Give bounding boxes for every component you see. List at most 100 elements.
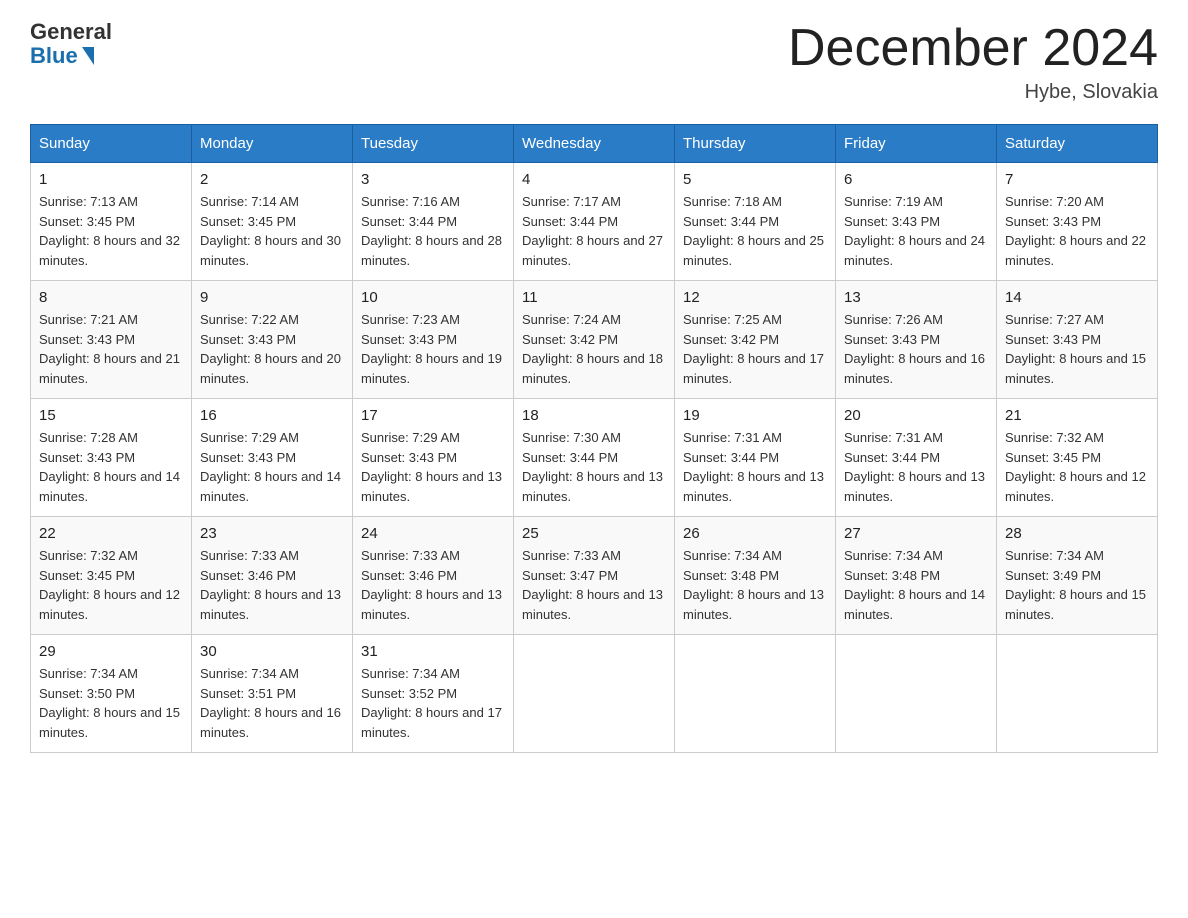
calendar-cell: 7 Sunrise: 7:20 AMSunset: 3:43 PMDayligh…: [997, 163, 1158, 281]
day-info: Sunrise: 7:31 AMSunset: 3:44 PMDaylight:…: [683, 430, 824, 504]
day-number: 1: [39, 171, 183, 188]
day-info: Sunrise: 7:34 AMSunset: 3:51 PMDaylight:…: [200, 666, 341, 740]
day-number: 13: [844, 289, 988, 306]
day-info: Sunrise: 7:33 AMSunset: 3:47 PMDaylight:…: [522, 548, 663, 622]
title-area: December 2024 Hybe, Slovakia: [788, 20, 1158, 104]
calendar-cell: 1 Sunrise: 7:13 AMSunset: 3:45 PMDayligh…: [31, 163, 192, 281]
day-number: 21: [1005, 407, 1149, 424]
calendar-cell: 8 Sunrise: 7:21 AMSunset: 3:43 PMDayligh…: [31, 281, 192, 399]
day-number: 26: [683, 525, 827, 542]
day-info: Sunrise: 7:34 AMSunset: 3:49 PMDaylight:…: [1005, 548, 1146, 622]
week-row-4: 22 Sunrise: 7:32 AMSunset: 3:45 PMDaylig…: [31, 517, 1158, 635]
day-info: Sunrise: 7:14 AMSunset: 3:45 PMDaylight:…: [200, 194, 341, 268]
week-row-3: 15 Sunrise: 7:28 AMSunset: 3:43 PMDaylig…: [31, 399, 1158, 517]
day-number: 23: [200, 525, 344, 542]
calendar-cell: 18 Sunrise: 7:30 AMSunset: 3:44 PMDaylig…: [514, 399, 675, 517]
day-info: Sunrise: 7:13 AMSunset: 3:45 PMDaylight:…: [39, 194, 180, 268]
day-number: 15: [39, 407, 183, 424]
day-info: Sunrise: 7:16 AMSunset: 3:44 PMDaylight:…: [361, 194, 502, 268]
day-number: 16: [200, 407, 344, 424]
day-info: Sunrise: 7:33 AMSunset: 3:46 PMDaylight:…: [200, 548, 341, 622]
calendar-cell: 12 Sunrise: 7:25 AMSunset: 3:42 PMDaylig…: [675, 281, 836, 399]
calendar-cell: 31 Sunrise: 7:34 AMSunset: 3:52 PMDaylig…: [353, 635, 514, 753]
day-number: 4: [522, 171, 666, 188]
day-info: Sunrise: 7:34 AMSunset: 3:48 PMDaylight:…: [683, 548, 824, 622]
calendar-cell: [997, 635, 1158, 753]
day-number: 12: [683, 289, 827, 306]
day-info: Sunrise: 7:26 AMSunset: 3:43 PMDaylight:…: [844, 312, 985, 386]
month-title: December 2024: [788, 20, 1158, 77]
calendar-cell: 10 Sunrise: 7:23 AMSunset: 3:43 PMDaylig…: [353, 281, 514, 399]
calendar-cell: [675, 635, 836, 753]
day-info: Sunrise: 7:18 AMSunset: 3:44 PMDaylight:…: [683, 194, 824, 268]
day-info: Sunrise: 7:22 AMSunset: 3:43 PMDaylight:…: [200, 312, 341, 386]
day-number: 17: [361, 407, 505, 424]
day-info: Sunrise: 7:34 AMSunset: 3:48 PMDaylight:…: [844, 548, 985, 622]
day-number: 24: [361, 525, 505, 542]
calendar-cell: 17 Sunrise: 7:29 AMSunset: 3:43 PMDaylig…: [353, 399, 514, 517]
calendar-cell: 22 Sunrise: 7:32 AMSunset: 3:45 PMDaylig…: [31, 517, 192, 635]
calendar-cell: 6 Sunrise: 7:19 AMSunset: 3:43 PMDayligh…: [836, 163, 997, 281]
day-number: 20: [844, 407, 988, 424]
calendar-cell: 15 Sunrise: 7:28 AMSunset: 3:43 PMDaylig…: [31, 399, 192, 517]
calendar-cell: 26 Sunrise: 7:34 AMSunset: 3:48 PMDaylig…: [675, 517, 836, 635]
day-info: Sunrise: 7:32 AMSunset: 3:45 PMDaylight:…: [39, 548, 180, 622]
calendar-cell: 27 Sunrise: 7:34 AMSunset: 3:48 PMDaylig…: [836, 517, 997, 635]
calendar-cell: 20 Sunrise: 7:31 AMSunset: 3:44 PMDaylig…: [836, 399, 997, 517]
day-number: 6: [844, 171, 988, 188]
calendar-cell: 4 Sunrise: 7:17 AMSunset: 3:44 PMDayligh…: [514, 163, 675, 281]
day-number: 18: [522, 407, 666, 424]
day-info: Sunrise: 7:29 AMSunset: 3:43 PMDaylight:…: [361, 430, 502, 504]
week-row-5: 29 Sunrise: 7:34 AMSunset: 3:50 PMDaylig…: [31, 635, 1158, 753]
day-header-thursday: Thursday: [675, 125, 836, 163]
calendar-cell: 2 Sunrise: 7:14 AMSunset: 3:45 PMDayligh…: [192, 163, 353, 281]
day-header-friday: Friday: [836, 125, 997, 163]
day-number: 27: [844, 525, 988, 542]
calendar-cell: 24 Sunrise: 7:33 AMSunset: 3:46 PMDaylig…: [353, 517, 514, 635]
day-number: 28: [1005, 525, 1149, 542]
day-number: 5: [683, 171, 827, 188]
day-number: 19: [683, 407, 827, 424]
day-number: 25: [522, 525, 666, 542]
day-info: Sunrise: 7:23 AMSunset: 3:43 PMDaylight:…: [361, 312, 502, 386]
day-info: Sunrise: 7:33 AMSunset: 3:46 PMDaylight:…: [361, 548, 502, 622]
day-info: Sunrise: 7:27 AMSunset: 3:43 PMDaylight:…: [1005, 312, 1146, 386]
calendar-cell: 23 Sunrise: 7:33 AMSunset: 3:46 PMDaylig…: [192, 517, 353, 635]
day-number: 22: [39, 525, 183, 542]
calendar-cell: 13 Sunrise: 7:26 AMSunset: 3:43 PMDaylig…: [836, 281, 997, 399]
day-info: Sunrise: 7:29 AMSunset: 3:43 PMDaylight:…: [200, 430, 341, 504]
calendar-cell: 29 Sunrise: 7:34 AMSunset: 3:50 PMDaylig…: [31, 635, 192, 753]
logo: General Blue: [30, 20, 112, 68]
day-number: 31: [361, 643, 505, 660]
calendar-cell: 19 Sunrise: 7:31 AMSunset: 3:44 PMDaylig…: [675, 399, 836, 517]
week-row-1: 1 Sunrise: 7:13 AMSunset: 3:45 PMDayligh…: [31, 163, 1158, 281]
day-info: Sunrise: 7:34 AMSunset: 3:50 PMDaylight:…: [39, 666, 180, 740]
day-number: 7: [1005, 171, 1149, 188]
calendar-cell: 11 Sunrise: 7:24 AMSunset: 3:42 PMDaylig…: [514, 281, 675, 399]
day-header-sunday: Sunday: [31, 125, 192, 163]
calendar-cell: [836, 635, 997, 753]
calendar-cell: [514, 635, 675, 753]
calendar-cell: 9 Sunrise: 7:22 AMSunset: 3:43 PMDayligh…: [192, 281, 353, 399]
week-row-2: 8 Sunrise: 7:21 AMSunset: 3:43 PMDayligh…: [31, 281, 1158, 399]
day-number: 11: [522, 289, 666, 306]
day-info: Sunrise: 7:28 AMSunset: 3:43 PMDaylight:…: [39, 430, 180, 504]
day-number: 3: [361, 171, 505, 188]
days-header-row: SundayMondayTuesdayWednesdayThursdayFrid…: [31, 125, 1158, 163]
calendar-cell: 25 Sunrise: 7:33 AMSunset: 3:47 PMDaylig…: [514, 517, 675, 635]
day-info: Sunrise: 7:21 AMSunset: 3:43 PMDaylight:…: [39, 312, 180, 386]
calendar-cell: 5 Sunrise: 7:18 AMSunset: 3:44 PMDayligh…: [675, 163, 836, 281]
day-info: Sunrise: 7:24 AMSunset: 3:42 PMDaylight:…: [522, 312, 663, 386]
location-label: Hybe, Slovakia: [788, 81, 1158, 104]
day-info: Sunrise: 7:25 AMSunset: 3:42 PMDaylight:…: [683, 312, 824, 386]
day-header-wednesday: Wednesday: [514, 125, 675, 163]
day-number: 10: [361, 289, 505, 306]
logo-general-text: General: [30, 20, 112, 44]
day-info: Sunrise: 7:17 AMSunset: 3:44 PMDaylight:…: [522, 194, 663, 268]
day-number: 2: [200, 171, 344, 188]
day-info: Sunrise: 7:19 AMSunset: 3:43 PMDaylight:…: [844, 194, 985, 268]
day-info: Sunrise: 7:30 AMSunset: 3:44 PMDaylight:…: [522, 430, 663, 504]
logo-blue-text: Blue: [30, 44, 112, 68]
calendar-cell: 16 Sunrise: 7:29 AMSunset: 3:43 PMDaylig…: [192, 399, 353, 517]
calendar-cell: 14 Sunrise: 7:27 AMSunset: 3:43 PMDaylig…: [997, 281, 1158, 399]
